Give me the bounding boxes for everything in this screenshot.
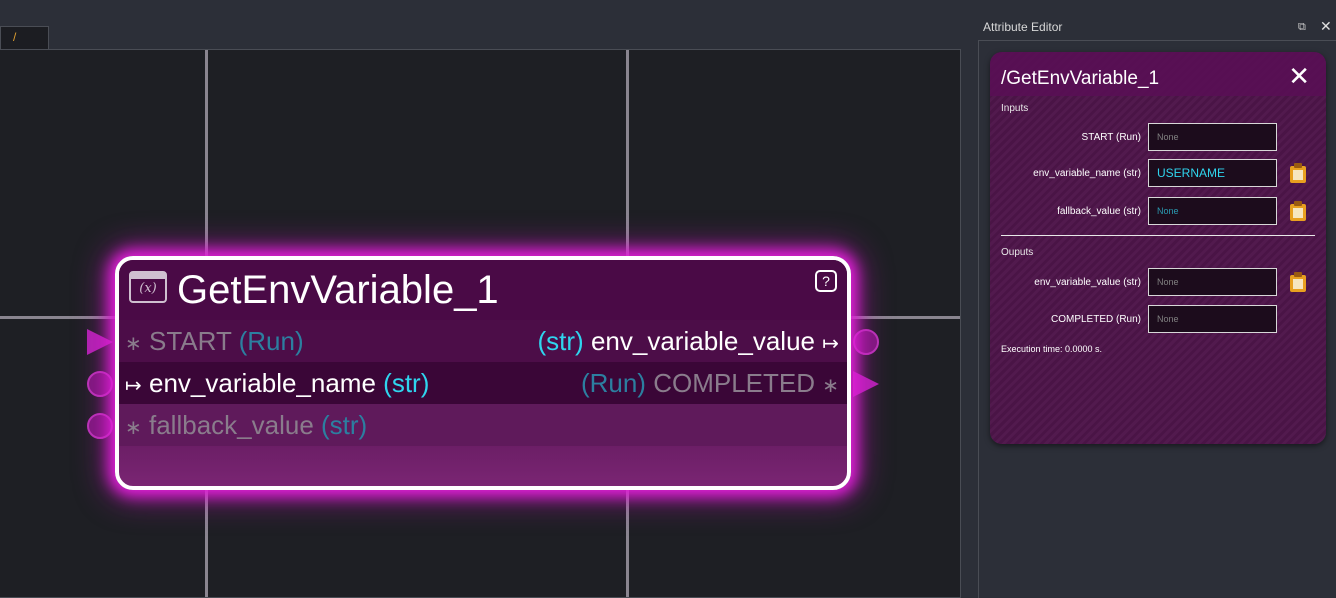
input-env-variable-name: ↦ env_variable_name (str) [125,368,430,398]
env-variable-name-label: env_variable_name (str) [1033,168,1141,179]
fallback-value-field[interactable]: None [1148,197,1277,225]
input-start: ∗ START (Run) [125,326,304,356]
start-input-port[interactable] [87,329,113,355]
output-completed: (Run) COMPLETED ∗ [580,368,839,398]
app-window: / (x) GetEnvVariable_1 ? ∗ START (Run) (… [0,0,1336,598]
completed-run-field[interactable]: None [1148,305,1277,333]
clipboard-icon[interactable] [1289,163,1307,183]
clipboard-icon[interactable] [1289,201,1307,221]
port-row: ↦ env_variable_name (str) (Run) COMPLETE… [119,362,847,404]
env-variable-value-output-port[interactable] [853,329,879,355]
help-icon[interactable]: ? [815,270,837,292]
env-variable-value-field[interactable]: None [1148,268,1277,296]
fallback-value-label: fallback_value (str) [1057,206,1141,217]
start-run-label: START (Run) [1081,132,1141,143]
env-variable-name-field[interactable]: USERNAME [1148,159,1277,187]
attribute-card-title: /GetEnvVariable_1 [1001,68,1160,89]
graph-tab[interactable]: / [0,26,49,49]
variable-icon: (x) [129,271,167,303]
get-env-variable-node[interactable]: (x) GetEnvVariable_1 ? ∗ START (Run) (st… [115,256,851,490]
close-card-icon[interactable]: ✕ [1288,63,1310,89]
start-run-field[interactable]: None [1148,123,1277,151]
float-icon[interactable]: ⧉ [1298,21,1306,34]
node-header: (x) GetEnvVariable_1 ? [119,260,847,320]
outputs-section-label: Ouputs [1001,247,1034,258]
attribute-editor-header: Attribute Editor [983,20,1063,34]
port-row: ∗ fallback_value (str) [119,404,847,446]
completed-output-port[interactable] [853,371,879,397]
env-variable-name-input-port[interactable] [87,371,113,397]
node-title: GetEnvVariable_1 [177,268,499,312]
input-fallback-value: ∗ fallback_value (str) [125,410,368,440]
inputs-section-label: Inputs [1001,103,1029,114]
env-variable-value-label: env_variable_value (str) [1034,277,1141,288]
attribute-card: /GetEnvVariable_1 ✕ Inputs START (Run) N… [990,52,1326,444]
section-divider [1001,235,1315,236]
clipboard-icon[interactable] [1289,272,1307,292]
node-graph-canvas[interactable]: (x) GetEnvVariable_1 ? ∗ START (Run) (st… [0,49,961,598]
execution-time: Execution time: 0.0000 s. [1001,344,1103,354]
port-row: ∗ START (Run) (str) env_variable_value ↦ [119,320,847,362]
close-icon[interactable]: ✕ [1320,18,1332,35]
graph-tab-label: / [13,30,17,44]
output-env-variable-value: (str) env_variable_value ↦ [537,326,839,356]
completed-run-label: COMPLETED (Run) [1050,314,1141,325]
fallback-value-input-port[interactable] [87,413,113,439]
